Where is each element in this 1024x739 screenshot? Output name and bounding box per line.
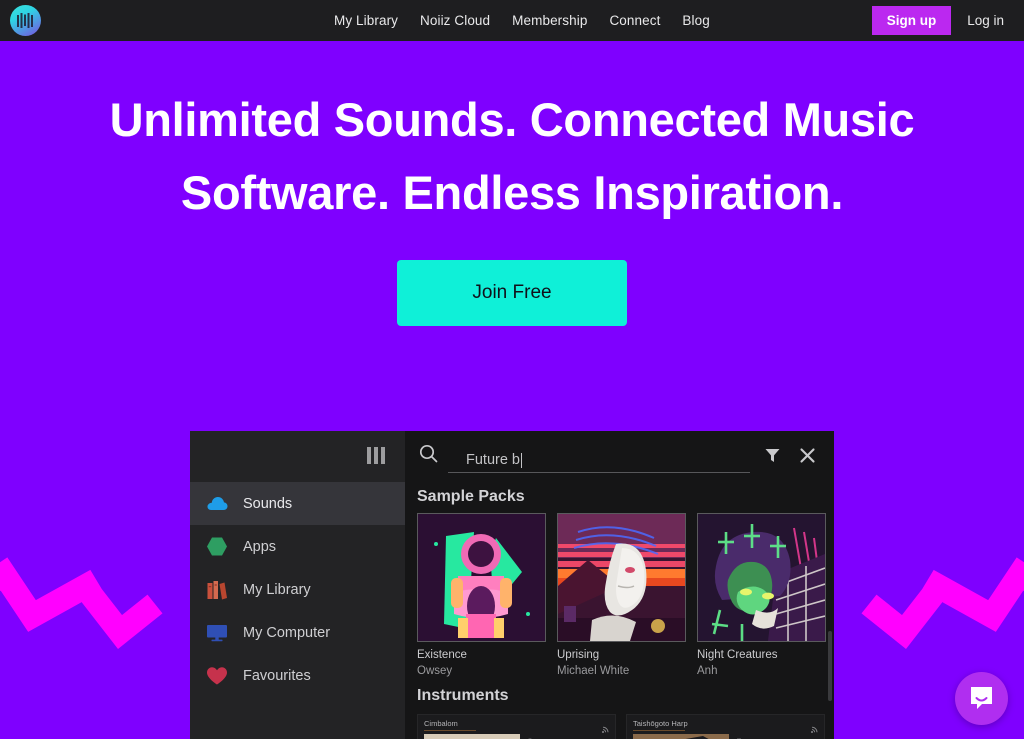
search-input-value: Future b: [466, 451, 520, 468]
cta-container: Join Free: [0, 260, 1024, 326]
vertical-scrollbar[interactable]: [828, 631, 832, 701]
signal-icon: [602, 720, 609, 738]
instrument-name: Cimbalom: [424, 719, 458, 729]
sidebar-item-favourites[interactable]: Favourites: [190, 654, 405, 697]
sample-pack-author: Michael White: [557, 664, 630, 677]
headline-line-2: Software. Endless Inspiration.: [180, 165, 844, 219]
sign-up-button[interactable]: Sign up: [871, 5, 952, 36]
sidebar-nav: Sounds Apps My Library My Computer Favou…: [190, 480, 405, 697]
books-icon: [205, 578, 229, 602]
sidebar-header: [190, 431, 405, 480]
zigzag-decoration-left: [0, 557, 163, 649]
robot-face-sunset-artwork: [557, 513, 686, 642]
instrument-list: Cimbalom Taishōgoto Harp: [405, 714, 834, 739]
signal-icon: [811, 720, 818, 738]
sidebar-label-my-library: My Library: [243, 581, 311, 598]
sample-pack-name: Existence: [417, 649, 467, 661]
nav-auth-actions: Sign up Log in: [871, 0, 1010, 41]
heart-icon: [205, 664, 229, 688]
knob-group: Amp Pitch Pan: [747, 734, 818, 739]
chat-bubble-icon: [971, 687, 992, 709]
site-logo[interactable]: [10, 5, 41, 36]
sidebar-label-favourites: Favourites: [243, 667, 311, 684]
sample-pack-list: Existence Owsey Uprising Michael White N…: [405, 513, 834, 679]
nav-link-my-library[interactable]: My Library: [334, 13, 398, 28]
instrument-artwork: [633, 734, 729, 739]
text-caret: [521, 452, 522, 468]
sidebar-label-sounds: Sounds: [243, 495, 293, 512]
monitor-icon: [205, 621, 229, 645]
instrument-card[interactable]: Cimbalom: [417, 714, 616, 739]
page-title: Unlimited Sounds. Connected Music Softwa…: [0, 84, 1024, 230]
cloud-icon: [205, 492, 229, 516]
landing-page: My Library Noiiz Cloud Membership Connec…: [0, 0, 1024, 739]
noiiz-logo-icon: [10, 5, 41, 36]
sidebar-item-sounds[interactable]: Sounds: [190, 482, 405, 525]
sidebar-item-my-library[interactable]: My Library: [190, 568, 405, 611]
search-bar: Future b: [405, 431, 834, 480]
sample-pack-name: Night Creatures: [697, 649, 778, 661]
primary-nav: My Library Noiiz Cloud Membership Connec…: [334, 0, 710, 41]
instrument-card[interactable]: Taishōgoto Harp: [626, 714, 825, 739]
instrument-artwork: [424, 734, 520, 739]
sample-pack-author: Owsey: [417, 664, 453, 677]
filter-icon[interactable]: [760, 447, 785, 464]
knob-group: Amp Pitch Pan: [538, 734, 609, 739]
sample-pack-name: Uprising: [557, 649, 600, 661]
sample-pack-card[interactable]: Existence Owsey: [417, 513, 546, 679]
app-screenshot: Sounds Apps My Library My Computer Favou…: [190, 431, 834, 739]
app-main-panel: Future b Sample Packs Existence Owsey Up…: [405, 431, 834, 739]
join-free-button[interactable]: Join Free: [397, 260, 627, 326]
sidebar-label-apps: Apps: [243, 538, 277, 555]
instrument-vertical-label: Cimbalom: [526, 734, 532, 739]
sidebar-item-my-computer[interactable]: My Computer: [190, 611, 405, 654]
astronaut-neon-artwork: [417, 513, 546, 642]
section-title-instruments: Instruments: [417, 687, 509, 705]
nav-link-connect[interactable]: Connect: [609, 13, 660, 28]
hero-section: Unlimited Sounds. Connected Music Softwa…: [0, 41, 1024, 739]
panel-toggle-icon[interactable]: [367, 447, 385, 464]
sidebar-item-apps[interactable]: Apps: [190, 525, 405, 568]
chat-launcher-button[interactable]: [955, 672, 1008, 725]
search-input[interactable]: Future b: [448, 439, 750, 473]
hexagon-icon: [205, 535, 229, 559]
close-icon[interactable]: [795, 447, 820, 464]
zigzag-decoration-right: [861, 557, 1024, 649]
section-title-sample-packs: Sample Packs: [417, 488, 525, 505]
nav-link-noiiz-cloud[interactable]: Noiiz Cloud: [420, 13, 490, 28]
instrument-name: Taishōgoto Harp: [633, 719, 688, 729]
search-icon[interactable]: [419, 444, 438, 468]
green-creature-neon-artwork: [697, 513, 826, 642]
log-in-link[interactable]: Log in: [967, 13, 1010, 28]
nav-link-blog[interactable]: Blog: [682, 13, 709, 28]
top-navbar: My Library Noiiz Cloud Membership Connec…: [0, 0, 1024, 41]
app-sidebar: Sounds Apps My Library My Computer Favou…: [190, 431, 405, 739]
sample-pack-author: Anh: [697, 664, 718, 677]
sample-pack-card[interactable]: Night Creatures Anh: [697, 513, 826, 679]
instrument-vertical-label: Harp: [735, 734, 741, 739]
sample-pack-card[interactable]: Uprising Michael White: [557, 513, 686, 679]
sidebar-label-my-computer: My Computer: [243, 624, 331, 641]
nav-link-membership[interactable]: Membership: [512, 13, 587, 28]
headline-line-1: Unlimited Sounds. Connected Music: [109, 93, 915, 146]
